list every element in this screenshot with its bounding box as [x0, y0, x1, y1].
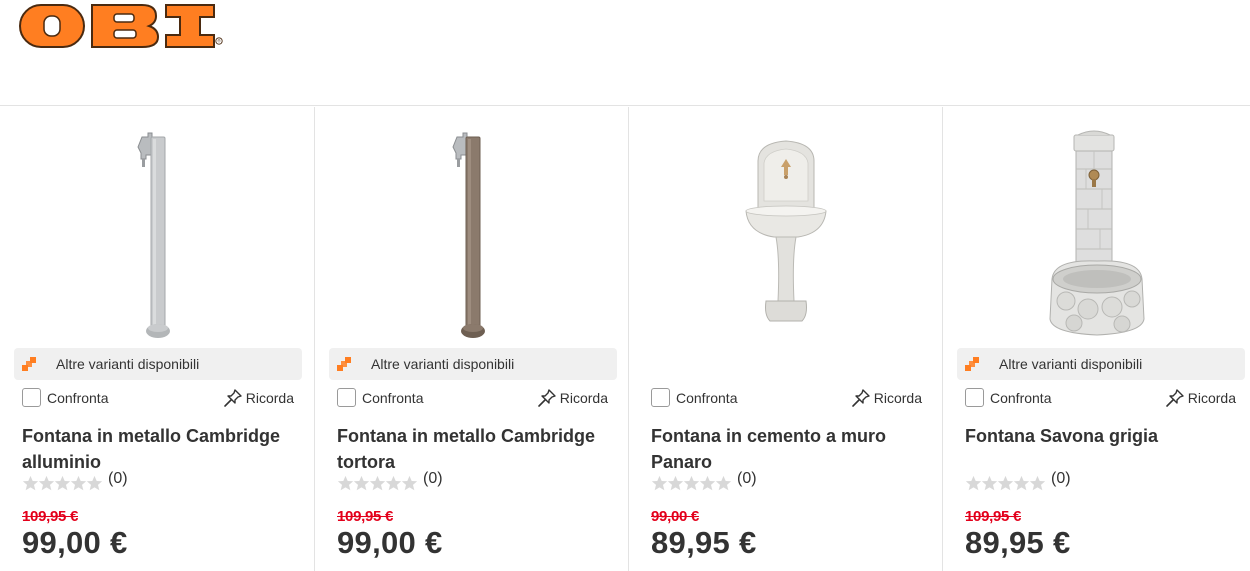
product-image[interactable]	[943, 129, 1250, 347]
remember-label: Ricorda	[1187, 390, 1236, 406]
variants-icon	[965, 357, 979, 371]
star-icon	[667, 475, 684, 490]
star-icon	[401, 475, 418, 490]
old-price: 109,95 €	[22, 508, 78, 525]
rating-count: (0)	[737, 470, 757, 487]
product-card[interactable]: Altre varianti disponibili Confronta Ric…	[0, 107, 314, 571]
star-icon	[965, 475, 982, 490]
product-image[interactable]	[629, 129, 942, 347]
compare-checkbox[interactable]	[965, 388, 984, 407]
pin-icon	[1165, 389, 1184, 407]
star-icon	[86, 475, 103, 490]
star-icon	[715, 475, 732, 490]
compare-checkbox[interactable]	[651, 388, 670, 407]
product-card[interactable]: Altre varianti disponibili Confronta Ric…	[314, 107, 628, 571]
compare-label: Confronta	[362, 389, 424, 406]
old-price: 109,95 €	[337, 508, 393, 525]
remember-button[interactable]: Ricorda	[537, 388, 608, 408]
star-icon	[38, 475, 55, 490]
product-card[interactable]: Confronta Ricorda Fontana in cemento a m…	[628, 107, 942, 571]
pin-icon	[223, 389, 242, 407]
old-price: 99,00 €	[651, 508, 699, 525]
star-icon	[1029, 475, 1046, 490]
site-header: ®	[0, 0, 1250, 106]
variants-badge[interactable]: Altre varianti disponibili	[329, 348, 617, 380]
product-rating[interactable]: (0)	[22, 470, 128, 492]
remember-button[interactable]: Ricorda	[851, 388, 922, 408]
compare-checkbox[interactable]	[337, 388, 356, 407]
compare-toggle[interactable]: Confronta	[22, 388, 108, 407]
star-icon	[337, 475, 354, 490]
variants-label: Altre varianti disponibili	[56, 356, 200, 372]
compare-toggle[interactable]: Confronta	[965, 388, 1051, 407]
remember-label: Ricorda	[873, 390, 922, 406]
product-card[interactable]: Altre varianti disponibili Confronta Ric…	[942, 107, 1250, 571]
rating-stars	[965, 475, 1046, 492]
product-image[interactable]	[0, 129, 314, 347]
star-icon	[385, 475, 402, 490]
variants-label: Altre varianti disponibili	[371, 356, 515, 372]
old-price: 109,95 €	[965, 508, 1021, 525]
obi-logo[interactable]: ®	[18, 3, 224, 49]
rating-count: (0)	[423, 470, 443, 487]
star-icon	[54, 475, 71, 490]
star-icon	[651, 475, 668, 490]
remember-button[interactable]: Ricorda	[1165, 388, 1236, 408]
star-icon	[22, 475, 39, 490]
compare-label: Confronta	[47, 389, 109, 406]
rating-count: (0)	[1051, 470, 1071, 487]
star-icon	[981, 475, 998, 490]
product-rating[interactable]: (0)	[651, 470, 757, 492]
variants-badge[interactable]: Altre varianti disponibili	[14, 348, 302, 380]
variants-label: Altre varianti disponibili	[999, 356, 1143, 372]
svg-text:®: ®	[217, 39, 221, 44]
remember-label: Ricorda	[245, 390, 294, 406]
product-title[interactable]: Fontana in metallo Cambridge alluminio	[22, 423, 302, 475]
variants-badge[interactable]: Altre varianti disponibili	[957, 348, 1245, 380]
product-image[interactable]	[315, 129, 628, 347]
current-price: 89,95 €	[651, 525, 757, 560]
product-title[interactable]: Fontana in cemento a muro Panaro	[651, 423, 931, 475]
star-icon	[1013, 475, 1030, 490]
product-rating[interactable]: (0)	[337, 470, 443, 492]
compare-label: Confronta	[676, 389, 738, 406]
star-icon	[683, 475, 700, 490]
current-price: 99,00 €	[337, 525, 443, 560]
product-title[interactable]: Fontana Savona grigia	[965, 423, 1245, 449]
compare-toggle[interactable]: Confronta	[651, 388, 737, 407]
product-grid: Altre varianti disponibili Confronta Ric…	[0, 107, 1250, 571]
compare-label: Confronta	[990, 389, 1052, 406]
product-rating[interactable]: (0)	[965, 470, 1071, 492]
compare-toggle[interactable]: Confronta	[337, 388, 423, 407]
star-icon	[997, 475, 1014, 490]
pin-icon	[851, 389, 870, 407]
rating-stars	[651, 475, 732, 492]
current-price: 99,00 €	[22, 525, 128, 560]
star-icon	[699, 475, 716, 490]
variants-icon	[22, 357, 36, 371]
remember-button[interactable]: Ricorda	[223, 388, 294, 408]
star-icon	[70, 475, 87, 490]
rating-stars	[22, 475, 103, 492]
rating-count: (0)	[108, 470, 128, 487]
pin-icon	[537, 389, 556, 407]
star-icon	[369, 475, 386, 490]
current-price: 89,95 €	[965, 525, 1071, 560]
star-icon	[353, 475, 370, 490]
variants-icon	[337, 357, 351, 371]
remember-label: Ricorda	[559, 390, 608, 406]
compare-checkbox[interactable]	[22, 388, 41, 407]
product-title[interactable]: Fontana in metallo Cambridge tortora	[337, 423, 617, 475]
rating-stars	[337, 475, 418, 492]
